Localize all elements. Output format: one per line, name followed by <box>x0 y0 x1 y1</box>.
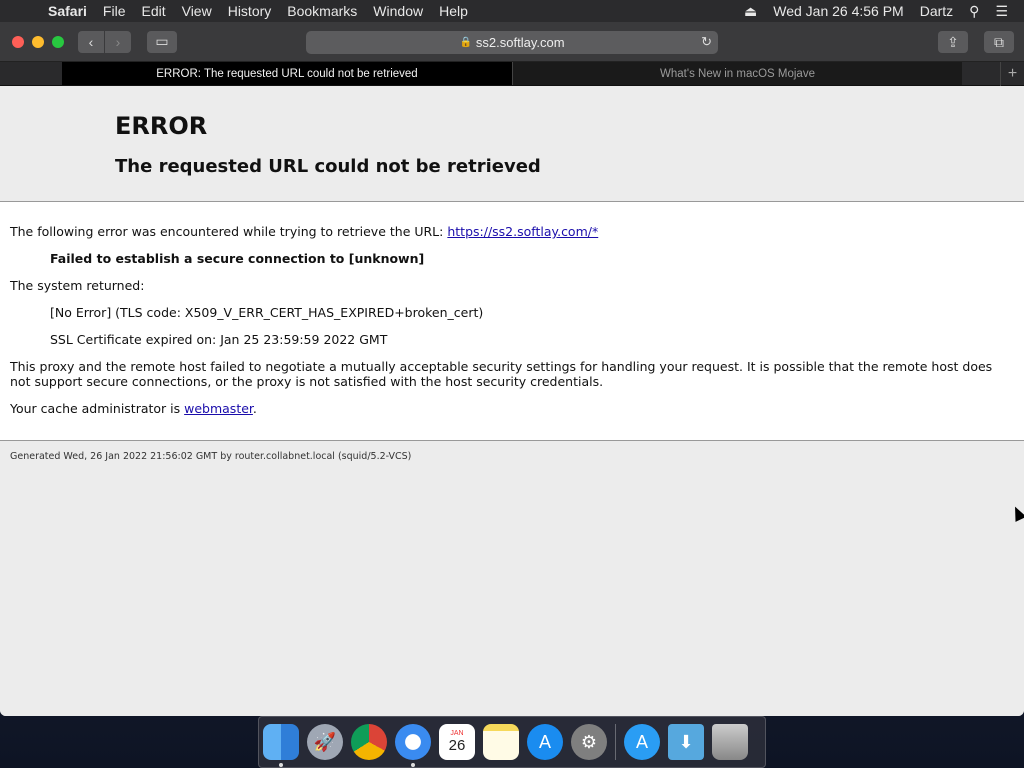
app-store-download-icon[interactable]: A <box>624 724 660 760</box>
error-intro-paragraph: The following error was encountered whil… <box>10 224 1014 239</box>
failure-message: Failed to establish a secure connection … <box>50 251 425 266</box>
chrome-icon[interactable] <box>351 724 387 760</box>
error-intro-text: The following error was encountered whil… <box>10 224 448 239</box>
tabs-overview-icon: ⧉ <box>994 33 1004 50</box>
system-preferences-icon[interactable]: ⚙ <box>571 724 607 760</box>
menu-bookmarks[interactable]: Bookmarks <box>279 3 365 19</box>
toolbar-right-group: ⇪ ⧉ <box>938 31 1014 53</box>
calendar-icon[interactable]: JAN 26 <box>439 724 475 760</box>
calendar-month: JAN <box>450 730 464 737</box>
share-icon: ⇪ <box>947 33 959 50</box>
eject-icon[interactable]: ⏏ <box>738 3 763 20</box>
menu-bar: Safari File Edit View History Bookmarks … <box>0 0 1024 22</box>
sidebar-icon: ▭ <box>155 33 169 49</box>
tls-error-code: [No Error] (TLS code: X509_V_ERR_CERT_HA… <box>50 305 484 320</box>
safari-window: ‹ › ▭ 🔒 ss2.softlay.com ↻ ⇪ ⧉ ERROR: The… <box>0 22 1024 716</box>
menu-file[interactable]: File <box>95 3 134 19</box>
navigation-buttons: ‹ › <box>78 30 131 53</box>
page-content: ERROR The requested URL could not be ret… <box>0 86 1024 716</box>
explanation-paragraph: This proxy and the remote host failed to… <box>10 359 993 389</box>
admin-suffix: . <box>252 401 257 416</box>
safari-icon[interactable] <box>395 724 431 767</box>
back-button[interactable]: ‹ <box>78 30 104 53</box>
ssl-expiry-text: SSL Certificate expired on: Jan 25 23:59… <box>50 332 388 347</box>
plus-icon: + <box>1007 65 1018 82</box>
lock-icon: 🔒 <box>459 37 472 48</box>
error-subtitle: The requested URL could not be retrieved <box>115 156 541 177</box>
menu-history[interactable]: History <box>220 3 280 19</box>
system-returned-label: The system returned: <box>10 278 145 293</box>
menubar-clock[interactable]: Wed Jan 26 4:56 PM <box>767 3 909 19</box>
tab-whats-new[interactable]: What's New in macOS Mojave <box>512 62 962 85</box>
notification-center-icon[interactable]: ☰ <box>989 3 1014 20</box>
menu-edit[interactable]: Edit <box>133 3 173 19</box>
page-footer: Generated Wed, 26 Jan 2022 21:56:02 GMT … <box>10 451 412 462</box>
app-store-icon[interactable]: A <box>527 724 563 760</box>
chevron-left-icon: ‹ <box>88 33 94 50</box>
menu-window[interactable]: Window <box>365 3 431 19</box>
sidebar-toggle-button[interactable]: ▭ <box>147 30 177 53</box>
trash-icon[interactable] <box>712 724 748 760</box>
error-header: ERROR The requested URL could not be ret… <box>0 86 1024 202</box>
running-indicator <box>411 763 415 767</box>
menu-help[interactable]: Help <box>431 3 476 19</box>
downloads-folder-icon[interactable]: ⬇ <box>668 724 704 760</box>
error-title: ERROR <box>115 112 208 140</box>
forward-button[interactable]: › <box>105 30 131 53</box>
tab-error[interactable]: ERROR: The requested URL could not be re… <box>62 62 512 85</box>
browser-toolbar: ‹ › ▭ 🔒 ss2.softlay.com ↻ ⇪ ⧉ <box>0 22 1024 62</box>
dock: 🚀 JAN 26 A ⚙ A ⬇ <box>258 716 766 768</box>
chevron-right-icon: › <box>115 33 121 50</box>
minimize-window-button[interactable] <box>32 35 44 48</box>
reload-icon[interactable]: ↻ <box>701 34 712 50</box>
menu-view[interactable]: View <box>174 3 220 19</box>
menubar-user[interactable]: Dartz <box>914 3 959 19</box>
webmaster-link[interactable]: webmaster <box>184 401 253 416</box>
menu-app-name[interactable]: Safari <box>40 3 95 19</box>
notes-icon[interactable] <box>483 724 519 760</box>
window-controls <box>12 35 64 48</box>
error-body: The following error was encountered whil… <box>0 202 1024 441</box>
admin-prefix: Your cache administrator is <box>10 401 185 416</box>
finder-icon[interactable] <box>263 724 299 767</box>
launchpad-icon[interactable]: 🚀 <box>307 724 343 760</box>
maximize-window-button[interactable] <box>52 35 64 48</box>
spotlight-search-icon[interactable]: ⚲ <box>963 3 985 20</box>
admin-paragraph: Your cache administrator is webmaster. <box>10 401 1014 416</box>
close-window-button[interactable] <box>12 35 24 48</box>
share-button[interactable]: ⇪ <box>938 31 968 53</box>
requested-url-link[interactable]: https://ss2.softlay.com/* <box>447 224 598 239</box>
show-all-tabs-button[interactable]: ⧉ <box>984 31 1014 53</box>
running-indicator <box>279 763 283 767</box>
dock-separator <box>615 724 616 760</box>
new-tab-button[interactable]: + <box>1000 62 1024 86</box>
calendar-day: 26 <box>448 737 466 754</box>
tab-bar: ERROR: The requested URL could not be re… <box>0 62 1024 86</box>
address-text: ss2.softlay.com <box>475 35 565 50</box>
address-bar[interactable]: 🔒 ss2.softlay.com ↻ <box>306 31 718 54</box>
